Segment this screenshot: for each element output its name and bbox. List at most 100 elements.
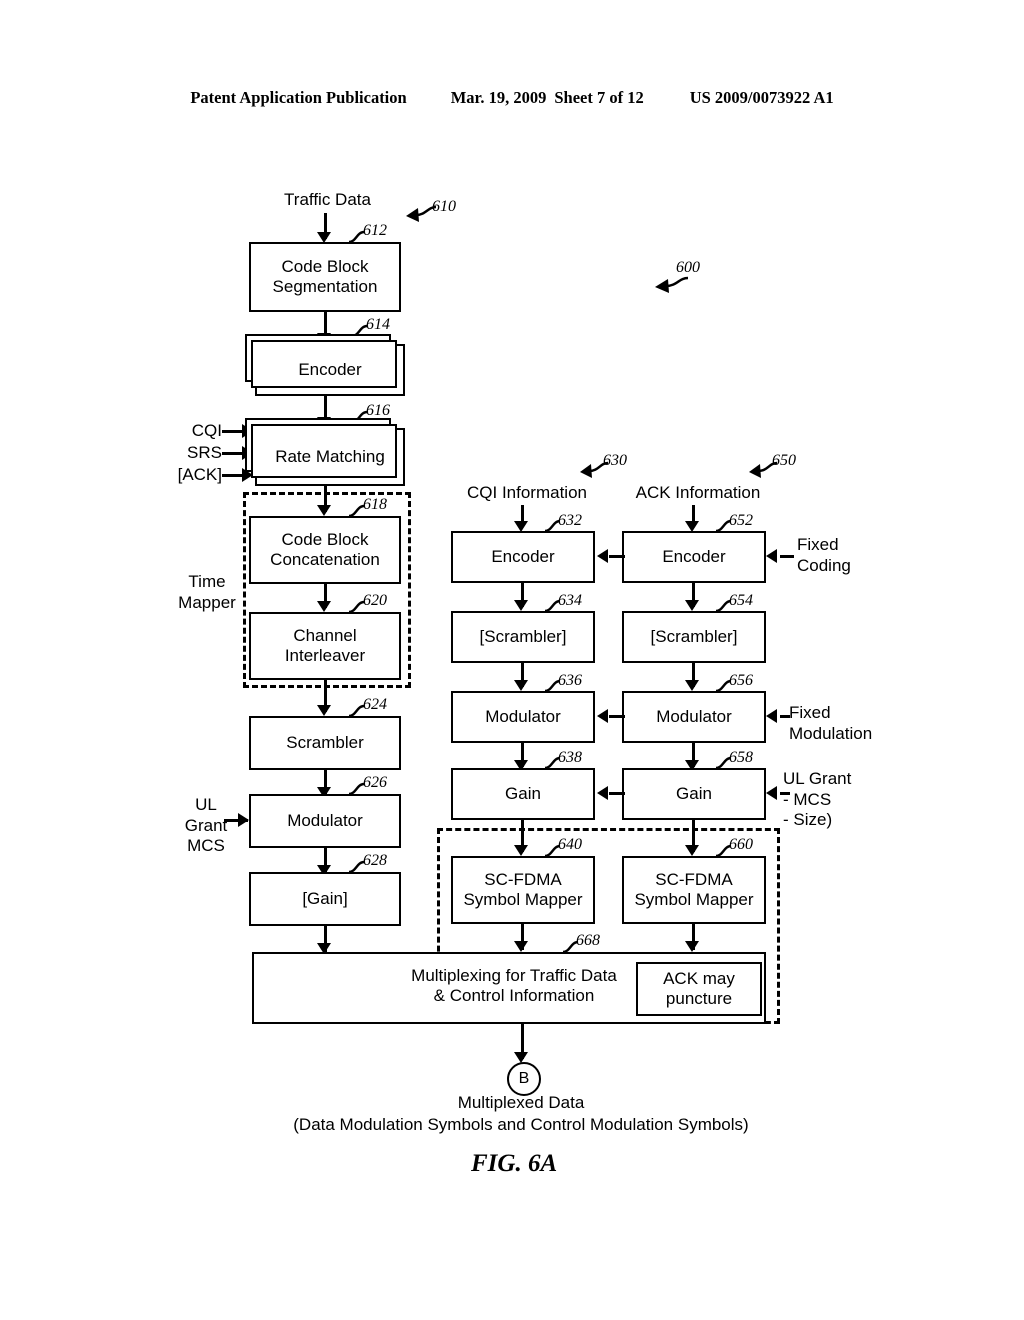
output-line-2: (Data Modulation Symbols and Control Mod… (293, 1115, 749, 1134)
output-line-1: Multiplexed Data (457, 1093, 585, 1112)
ref-640-leader (544, 844, 561, 858)
ref-656-leader (715, 679, 732, 693)
block-624-label: Scrambler (286, 732, 364, 752)
line-656-to-636 (609, 715, 625, 718)
ref-618-leader (348, 504, 365, 518)
block-rate-matching: Rate Matching (245, 418, 405, 486)
block-632-label: Encoder (491, 546, 555, 566)
block-modulator-traffic: Modulator (249, 794, 401, 848)
ref-630-leader (580, 461, 609, 478)
block-638-label: Gain (505, 783, 541, 803)
block-channel-interleaver: Channel Interleaver (249, 612, 401, 680)
block-620-label: Channel Interleaver (284, 625, 366, 665)
arrowhead-654-to-656 (685, 680, 699, 691)
block-scrambler-cqi: [Scrambler] (451, 611, 595, 663)
arrowhead-ul-grant-annotation (766, 786, 777, 800)
connector-b-label: B (518, 1070, 530, 1087)
block-668-label: Multiplexing for Traffic Data & Control … (411, 966, 617, 1006)
connector-b: B (507, 1062, 541, 1096)
ack-information-label: ACK Information (635, 483, 761, 502)
block-636-label: Modulator (485, 706, 561, 726)
block-612-label: Code Block Segmentation (272, 256, 378, 296)
ack-may-puncture-note: ACK may puncture (636, 962, 762, 1016)
ack-may-puncture-label: ACK may puncture (663, 968, 735, 1008)
block-614-label: Encoder (298, 359, 362, 379)
ref-620-leader (348, 600, 365, 614)
line-fixed-coding (780, 555, 794, 558)
ref-628-leader (348, 860, 365, 874)
arrowhead-652-to-654 (685, 600, 699, 611)
block-658-label: Gain (676, 783, 712, 803)
header-sheet: Sheet 7 of 12 (554, 88, 644, 107)
arrowhead-658-to-660 (685, 845, 699, 856)
block-encoder-cqi: Encoder (451, 531, 595, 583)
block-640-label: SC-FDMA Symbol Mapper (463, 869, 583, 909)
block-654-label: [Scrambler] (650, 626, 738, 646)
ref-626-leader (348, 782, 365, 796)
arrowhead-658-to-638 (597, 786, 608, 800)
side-input-cqi-label: CQI (191, 421, 222, 440)
arrowhead-fixed-coding (766, 549, 777, 563)
ul-grant-annotation-label: UL Grant - MCS - Size) (783, 769, 852, 830)
arrowhead-632-to-634 (514, 600, 528, 611)
ref-632-leader (544, 519, 561, 533)
arrowhead-ul-grant-mcs (238, 813, 249, 827)
arrowhead-640-to-mux (514, 941, 528, 952)
block-gain-cqi: Gain (451, 768, 595, 820)
side-input-srs-label: SRS (187, 443, 222, 462)
ref-600-leader (655, 276, 689, 293)
block-code-block-concatenation: Code Block Concatenation (249, 516, 401, 584)
ref-668-leader (562, 940, 579, 954)
block-modulator-ack: Modulator (622, 691, 766, 743)
ref-660-leader (715, 844, 732, 858)
block-modulator-cqi: Modulator (451, 691, 595, 743)
block-616-label: Rate Matching (275, 446, 385, 466)
arrowhead-656-to-636 (597, 709, 608, 723)
arrowhead-fixed-modulation (766, 709, 777, 723)
figure-label: FIG. 6A (471, 1150, 558, 1177)
header-date: Mar. 19, 2009 (450, 88, 547, 107)
block-sc-fdma-symbol-mapper-ack: SC-FDMA Symbol Mapper (622, 856, 766, 924)
arrowhead-652-to-632 (597, 549, 608, 563)
header-publication: Patent Application Publication (190, 88, 407, 107)
block-code-block-segmentation: Code Block Segmentation (249, 242, 401, 312)
ref-652-leader (715, 519, 732, 533)
ref-654-leader (715, 599, 732, 613)
fixed-modulation-label: Fixed Modulation (789, 703, 873, 743)
block-660-label: SC-FDMA Symbol Mapper (634, 869, 754, 909)
arrowhead-660-to-mux (685, 941, 699, 952)
ref-624-leader (348, 704, 365, 718)
ref-658-leader (715, 756, 732, 770)
header-patent-number: US 2009/0073922 A1 (689, 88, 834, 107)
block-multiplexing: Multiplexing for Traffic Data & Control … (252, 952, 766, 1024)
block-sc-fdma-symbol-mapper-cqi: SC-FDMA Symbol Mapper (451, 856, 595, 924)
block-encoder-ack: Encoder (622, 531, 766, 583)
ref-610-leader (406, 205, 437, 222)
ref-612-leader (348, 230, 365, 244)
arrowhead-634-to-636 (514, 680, 528, 691)
ref-634-leader (544, 599, 561, 613)
ul-grant-mcs-label: UL Grant MCS (184, 795, 228, 856)
block-652-label: Encoder (662, 546, 726, 566)
block-634-label: [Scrambler] (479, 626, 567, 646)
arrowhead-618-to-620 (317, 601, 331, 612)
line-fixed-modulation (780, 715, 790, 718)
traffic-data-input-label: Traffic Data (284, 190, 371, 209)
block-618-label: Code Block Concatenation (270, 529, 380, 569)
arrowhead-620-to-624 (317, 705, 331, 716)
line-652-to-632 (609, 555, 625, 558)
side-input-ack-label: [ACK] (177, 465, 222, 484)
ref-650-leader (749, 461, 778, 478)
fixed-coding-label: Fixed Coding (797, 535, 851, 575)
block-626-label: Modulator (287, 810, 363, 830)
arrowhead-616-to-618 (317, 505, 331, 516)
block-656-label: Modulator (656, 706, 732, 726)
block-628-label: [Gain] (302, 888, 348, 908)
page-header: Patent Application Publication Mar. 19, … (0, 88, 1024, 108)
block-gain-traffic: [Gain] (249, 872, 401, 926)
block-gain-ack: Gain (622, 768, 766, 820)
block-scrambler-ack: [Scrambler] (622, 611, 766, 663)
time-mapper-label: Time Mapper (178, 572, 236, 612)
block-encoder-traffic: Encoder (245, 334, 405, 396)
cqi-information-label: CQI Information (467, 483, 587, 502)
